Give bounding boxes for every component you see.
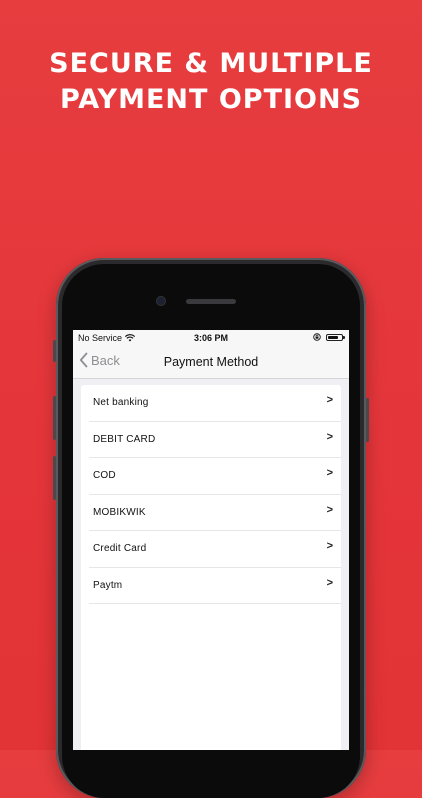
phone-screen: No Service 3:06 PM Back Payment Method N… (73, 330, 349, 750)
payment-method-label: COD (93, 470, 116, 481)
front-camera (156, 296, 166, 306)
earpiece-speaker (186, 299, 236, 304)
chevron-right-icon: > (326, 467, 333, 479)
navigation-bar: Back Payment Method (73, 346, 349, 379)
chevron-right-icon: > (326, 576, 333, 589)
headline-line-1: SECURE & MULTIPLE (49, 48, 373, 79)
payment-method-label: Net banking (93, 397, 149, 408)
chevron-right-icon: > (326, 540, 333, 552)
headline-line-2: PAYMENT OPTIONS (59, 84, 363, 115)
payment-method-label: MOBIKWIK (93, 506, 146, 518)
payment-method-label: Paytm (93, 579, 123, 591)
payment-method-label: DEBIT CARD (93, 433, 156, 445)
payment-methods-list: Net banking > DEBIT CARD > COD > MOBIKWI… (89, 385, 341, 604)
payment-method-cod[interactable]: COD > (89, 458, 341, 495)
payment-methods-card: Net banking > DEBIT CARD > COD > MOBIKWI… (81, 385, 341, 750)
power-button (366, 398, 369, 442)
chevron-right-icon: > (326, 503, 333, 516)
payment-method-label: Credit Card (93, 543, 147, 554)
page-title: Payment Method (163, 355, 259, 369)
status-bar: No Service 3:06 PM (73, 330, 349, 346)
volume-up-button (53, 396, 56, 440)
chevron-right-icon: > (326, 394, 333, 406)
battery-icon (326, 333, 345, 341)
status-right (313, 333, 345, 341)
lock-icon (313, 333, 321, 341)
battery-tip (343, 336, 345, 339)
payment-method-credit-card[interactable]: Credit Card > (89, 531, 341, 568)
payment-method-net-banking[interactable]: Net banking > (89, 385, 341, 422)
payment-method-mobikwik[interactable]: MOBIKWIK > (89, 495, 341, 531)
payment-method-paytm[interactable]: Paytm > (89, 568, 341, 604)
promo-headline: SECURE & MULTIPLE PAYMENT OPTIONS (0, 46, 422, 118)
battery-fill (328, 335, 338, 339)
status-time: 3:06 PM (193, 333, 228, 343)
volume-down-button (53, 456, 56, 500)
mute-switch (53, 340, 56, 362)
chevron-right-icon: > (326, 430, 333, 443)
payment-method-debit-card[interactable]: DEBIT CARD > (89, 422, 341, 458)
